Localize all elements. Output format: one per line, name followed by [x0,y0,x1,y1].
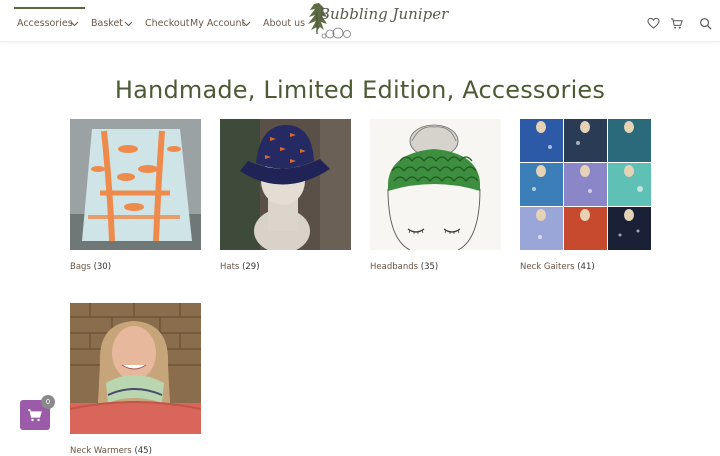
category-count: (45) [134,446,152,456]
category-card-hats[interactable]: Hats (29) [220,119,351,272]
site-logo[interactable]: Bubbling Juniper [296,0,449,41]
nav-item-accessories[interactable]: Accessories [17,12,79,36]
chevron-down-icon [242,21,251,27]
cart-icon[interactable] [670,17,683,30]
page-title: Handmade, Limited Edition, Accessories [114,76,606,104]
category-caption[interactable]: Neck Warmers (45) [70,446,152,456]
site-header: Accessories Basket Checkout My Account A… [0,0,720,41]
nav-active-indicator [14,7,85,9]
category-caption[interactable]: Hats (29) [220,262,260,272]
category-image-hats[interactable] [220,119,351,250]
category-card-neck-warmers[interactable]: Neck Warmers (45) [70,303,201,456]
category-image-bags[interactable] [70,119,201,250]
nav-item-my-account[interactable]: My Account [190,12,251,36]
category-name: Neck Warmers [70,446,132,456]
category-caption[interactable]: Neck Gaiters (41) [520,262,595,272]
logo-text: Bubbling Juniper [319,5,449,23]
category-count: (41) [577,262,595,272]
category-count: (29) [242,262,260,272]
nav-item-checkout[interactable]: Checkout [145,12,189,36]
category-card-headbands[interactable]: Headbands (35) [370,119,501,272]
category-card-bags[interactable]: Bags (30) [70,119,201,272]
category-image-neck-gaiters[interactable] [520,119,651,250]
chevron-down-icon [70,21,79,27]
search-icon[interactable] [699,17,712,30]
nav-item-label: My Account [190,18,246,29]
category-name: Bags [70,262,91,272]
category-name: Neck Gaiters [520,262,575,272]
category-image-headbands[interactable] [370,119,501,250]
nav-item-label: Checkout [145,18,190,29]
chevron-down-icon [124,21,133,27]
category-count: (35) [420,262,439,272]
nav-item-label: Basket [91,18,124,29]
category-name: Hats [220,262,240,272]
category-name: Headbands [370,262,419,272]
heart-icon[interactable] [647,17,660,30]
category-image-neck-warmers[interactable] [70,303,201,434]
nav-item-label: Accessories [17,18,73,29]
category-caption[interactable]: Headbands (35) [370,262,438,272]
category-card-neck-gaiters[interactable]: Neck Gaiters (41) [520,119,651,272]
cart-count-badge: 0 [41,395,55,409]
category-caption[interactable]: Bags (30) [70,262,111,272]
nav-item-basket[interactable]: Basket [91,12,133,36]
category-count: (30) [93,262,112,272]
